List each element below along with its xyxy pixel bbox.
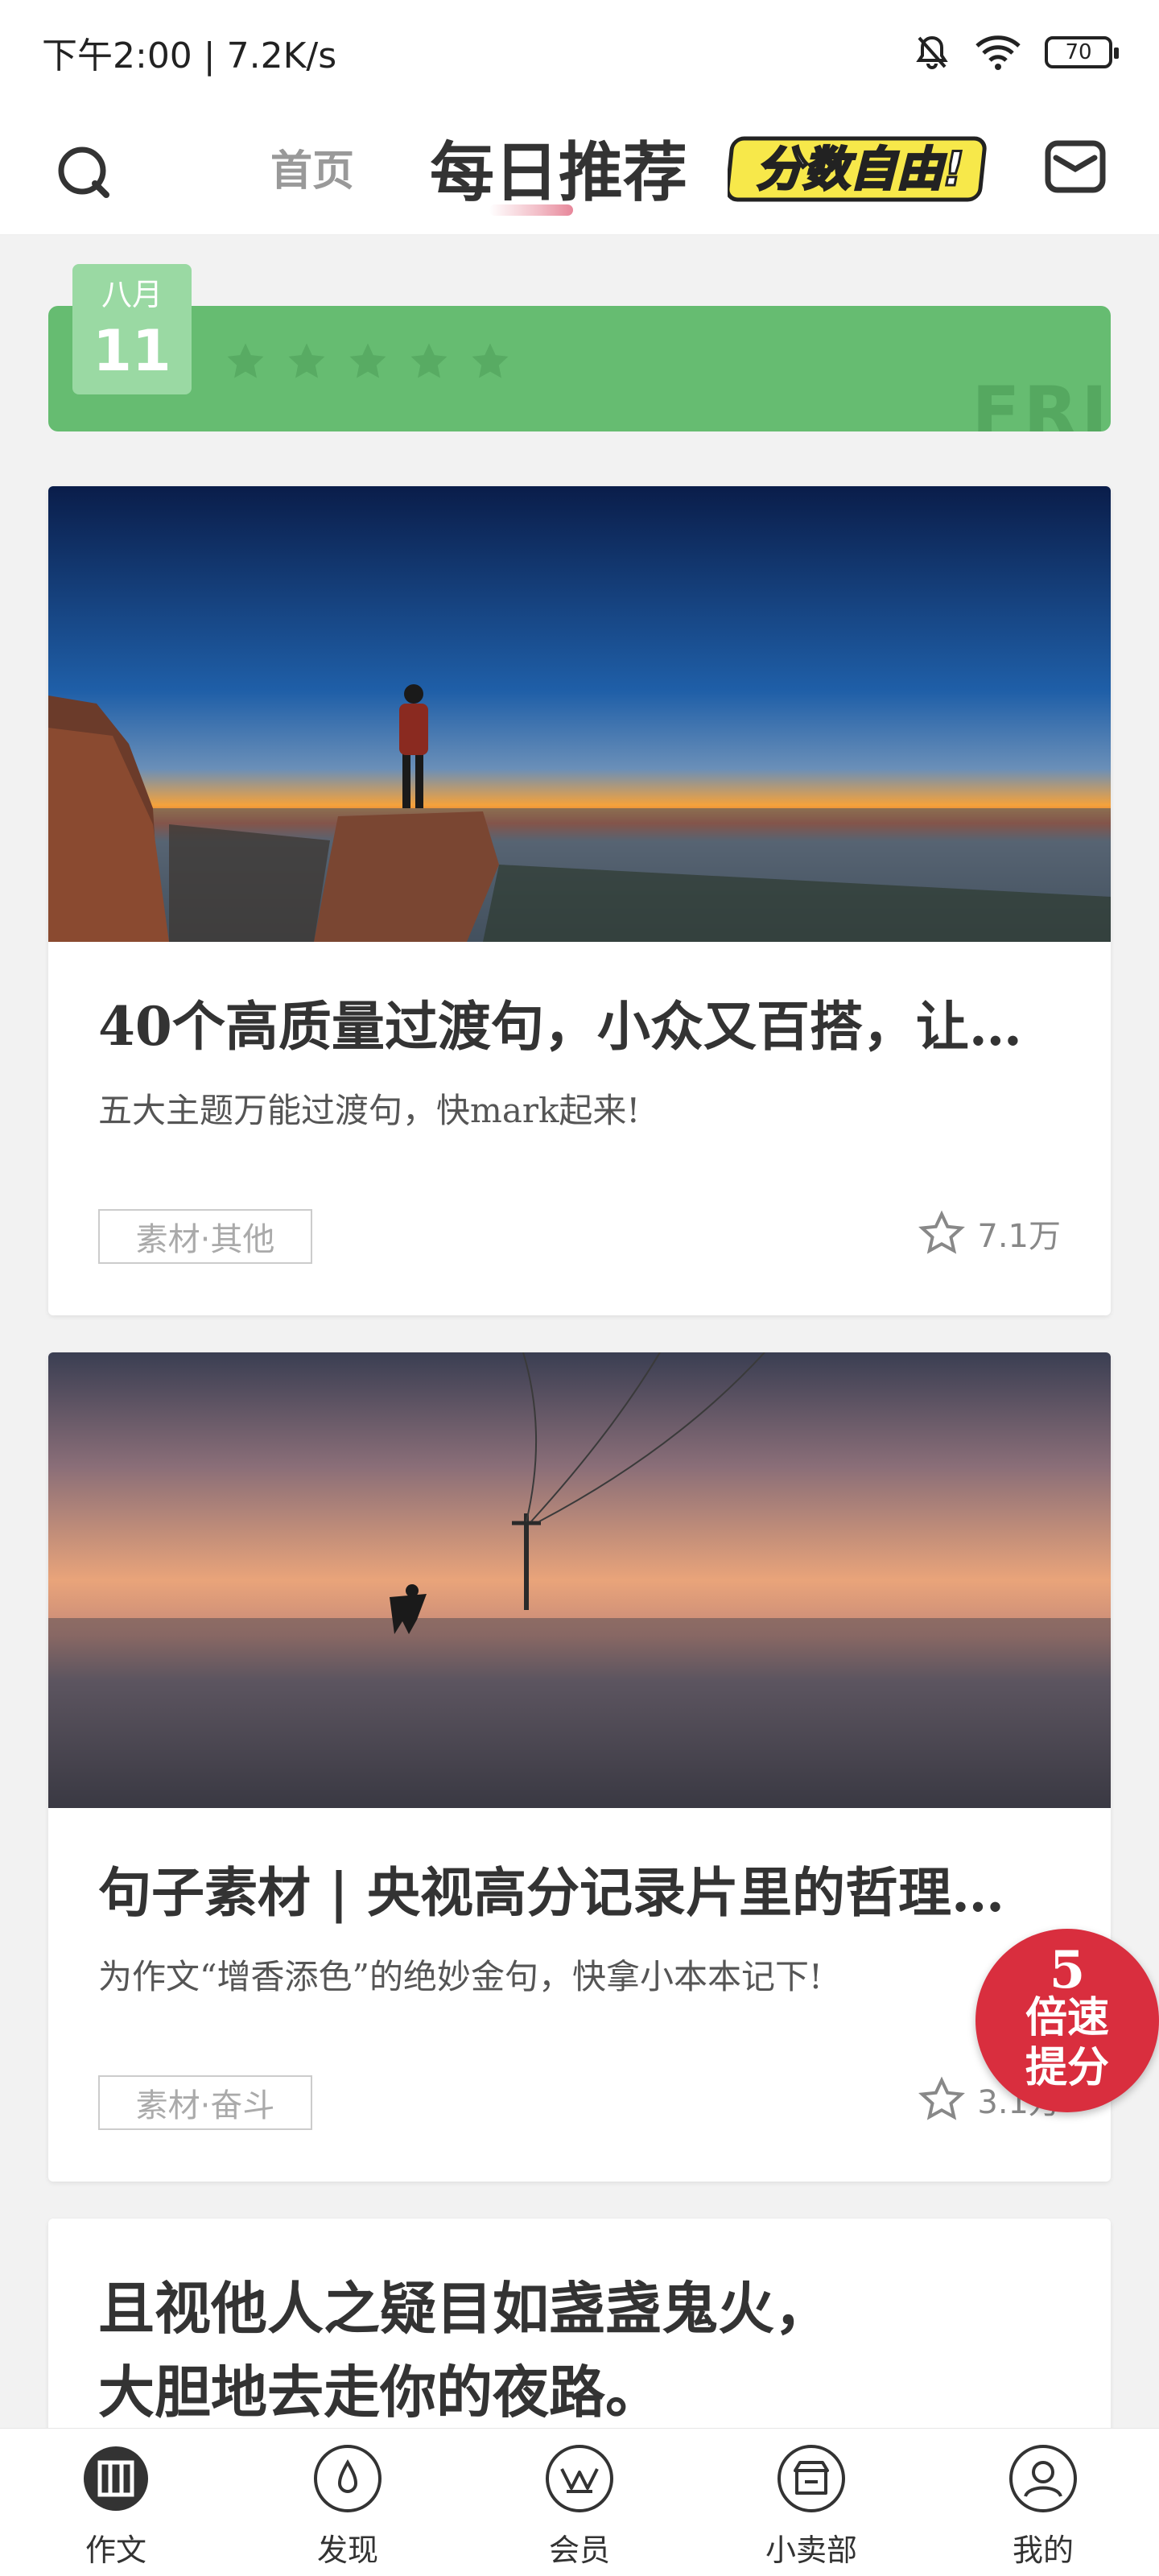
tab-home[interactable]: 首页 bbox=[270, 137, 354, 197]
nav-item-essay[interactable]: 作文 bbox=[35, 2443, 196, 2572]
shop-icon bbox=[777, 2445, 845, 2512]
active-tab-indicator bbox=[489, 204, 573, 216]
bubble-line-1: 倍速 bbox=[1025, 1993, 1109, 2042]
rating-stars bbox=[224, 340, 512, 383]
nav-item-member[interactable]: 会员 bbox=[499, 2443, 660, 2572]
profile-icon bbox=[1009, 2445, 1077, 2512]
favorite-button[interactable]: 7.1万 bbox=[918, 1209, 1061, 1257]
status-icons: 70 bbox=[913, 33, 1119, 72]
nav-label: 小卖部 bbox=[765, 2533, 857, 2568]
mute-bell-icon bbox=[916, 35, 948, 69]
star-outline-icon bbox=[918, 1210, 966, 1254]
article-image-sunset-cliff bbox=[48, 486, 1111, 942]
status-bar: 下午2:00 | 7.2K/s 70 bbox=[0, 0, 1159, 105]
article-subtitle: 五大主题万能过渡句，快mark起来! bbox=[98, 1091, 641, 1130]
quote-line-2: 大胆地去走你的夜路。 bbox=[98, 2359, 662, 2425]
top-header: 首页 每日推荐 分数自由! bbox=[0, 105, 1159, 235]
nav-item-discover[interactable]: 发现 bbox=[267, 2443, 428, 2572]
mail-icon[interactable] bbox=[1045, 138, 1106, 195]
nav-label: 发现 bbox=[316, 2533, 378, 2568]
nav-label: 作文 bbox=[85, 2533, 146, 2568]
search-icon[interactable] bbox=[53, 142, 114, 203]
quote-text: 且视他人之疑目如盏盏鬼火， 大胆地去走你的夜路。 bbox=[98, 2267, 1064, 2434]
promo-badge-text: 分数自由! bbox=[757, 142, 964, 196]
star-icon bbox=[349, 343, 386, 378]
bottom-nav: 作文 发现 会员 小卖部 我的 bbox=[0, 2428, 1159, 2576]
boost-score-bubble[interactable]: 5 倍速 提分 bbox=[975, 1929, 1159, 2112]
nav-item-shop[interactable]: 小卖部 bbox=[731, 2443, 892, 2572]
article-title: 句子素材 | 央视高分记录片里的哲理… bbox=[98, 1861, 1004, 1924]
date-day: 11 bbox=[93, 318, 171, 384]
nav-item-profile[interactable]: 我的 bbox=[963, 2443, 1124, 2572]
favorite-count: 7.1万 bbox=[977, 1218, 1061, 1255]
date-banner[interactable]: FRI bbox=[48, 306, 1111, 431]
bubble-number: 5 bbox=[1049, 1940, 1086, 2000]
essay-icon bbox=[84, 2446, 148, 2511]
article-image-misty-field bbox=[48, 1352, 1111, 1808]
weekday-label: FRI bbox=[971, 371, 1111, 431]
article-tag[interactable]: 素材·奋斗 bbox=[98, 2075, 312, 2130]
article-card[interactable]: 40个高质量过渡句，小众又百搭，让… 五大主题万能过渡句，快mark起来! 素材… bbox=[48, 486, 1111, 1315]
article-subtitle: 为作文“增香添色”的绝妙金句，快拿小本本记下! bbox=[98, 1957, 823, 1996]
compass-drop-icon bbox=[314, 2445, 382, 2512]
nav-label: 我的 bbox=[1012, 2533, 1074, 2568]
battery-icon: 70 bbox=[1045, 36, 1119, 68]
article-title: 40个高质量过渡句，小众又百搭，让… bbox=[98, 995, 1022, 1058]
article-card[interactable]: 句子素材 | 央视高分记录片里的哲理… 为作文“增香添色”的绝妙金句，快拿小本本… bbox=[48, 1352, 1111, 2182]
battery-level: 70 bbox=[1065, 40, 1092, 64]
wifi-icon bbox=[975, 35, 1021, 70]
quote-line-1: 且视他人之疑目如盏盏鬼火， bbox=[98, 2275, 831, 2342]
star-icon bbox=[472, 343, 509, 378]
date-month: 八月 bbox=[101, 277, 163, 312]
bubble-line-2: 提分 bbox=[1025, 2043, 1109, 2092]
status-time-speed: 下午2:00 | 7.2K/s bbox=[42, 35, 337, 76]
star-icon bbox=[288, 343, 325, 378]
date-card: 八月 11 bbox=[72, 264, 192, 394]
article-tag[interactable]: 素材·其他 bbox=[98, 1209, 312, 1264]
star-outline-icon bbox=[918, 2076, 966, 2120]
nav-label: 会员 bbox=[548, 2533, 610, 2568]
star-icon bbox=[410, 343, 448, 378]
member-crown-icon bbox=[546, 2445, 613, 2512]
star-icon bbox=[227, 343, 264, 378]
promo-badge[interactable]: 分数自由! bbox=[728, 127, 993, 208]
tab-daily-recommend[interactable]: 每日推荐 bbox=[430, 121, 687, 214]
